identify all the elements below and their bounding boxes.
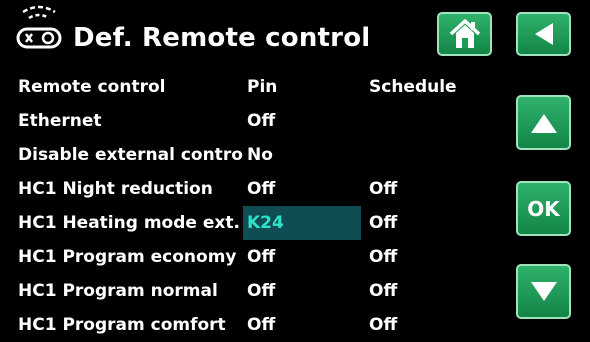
back-arrow-icon	[534, 23, 553, 45]
home-icon	[449, 19, 480, 48]
pin-value[interactable]: No	[243, 138, 361, 172]
row-label: Ethernet	[18, 111, 102, 131]
schedule-value[interactable]: Off	[369, 172, 489, 206]
down-button[interactable]	[516, 264, 571, 319]
pin-value[interactable]: Off	[243, 240, 361, 274]
down-arrow-icon	[530, 281, 557, 301]
table-row-hc1-night-reduction[interactable]: HC1 Night reduction Off Off	[0, 172, 500, 206]
schedule-value[interactable]: Off	[369, 240, 489, 274]
column-header-schedule: Schedule	[369, 77, 457, 97]
pin-value[interactable]: Off	[243, 274, 361, 308]
table-row-hc1-program-economy[interactable]: HC1 Program economy Off Off	[0, 240, 500, 274]
page-title: Def. Remote control	[73, 23, 371, 53]
row-label: HC1 Program comfort	[18, 315, 226, 335]
schedule-value[interactable]	[369, 138, 489, 172]
column-header-pin: Pin	[247, 77, 278, 97]
ok-button[interactable]: OK	[516, 181, 571, 236]
row-label: HC1 Program normal	[18, 281, 218, 301]
table-row-hc1-program-comfort[interactable]: HC1 Program comfort Off Off	[0, 308, 500, 342]
row-label: HC1 Heating mode ext.	[18, 213, 240, 233]
up-arrow-icon	[530, 113, 557, 133]
schedule-value[interactable]: Off	[369, 206, 489, 240]
pin-value-selected[interactable]: K24	[243, 206, 361, 240]
table-row-ethernet[interactable]: Ethernet Off	[0, 104, 500, 138]
table-header-row: Remote control Pin Schedule	[0, 70, 500, 104]
home-button[interactable]	[437, 12, 492, 56]
table-row-disable-external-control[interactable]: Disable external control No	[0, 138, 500, 172]
settings-table: Remote control Pin Schedule Ethernet Off…	[0, 70, 500, 342]
schedule-value[interactable]: Off	[369, 274, 489, 308]
back-button[interactable]	[516, 12, 571, 56]
table-row-hc1-heating-mode-ext[interactable]: HC1 Heating mode ext. K24 Off	[0, 206, 500, 240]
pin-value[interactable]: Off	[243, 172, 361, 206]
column-header-remote-control: Remote control	[18, 77, 166, 97]
row-label: Disable external control	[18, 145, 244, 165]
table-row-hc1-program-normal[interactable]: HC1 Program normal Off Off	[0, 274, 500, 308]
schedule-value[interactable]: Off	[369, 308, 489, 342]
row-label: HC1 Program economy	[18, 247, 237, 267]
pin-value[interactable]: Off	[243, 104, 361, 138]
remote-control-icon	[16, 5, 62, 49]
pin-value[interactable]: Off	[243, 308, 361, 342]
schedule-value[interactable]	[369, 104, 489, 138]
row-label: HC1 Night reduction	[18, 179, 213, 199]
up-button[interactable]	[516, 95, 571, 150]
